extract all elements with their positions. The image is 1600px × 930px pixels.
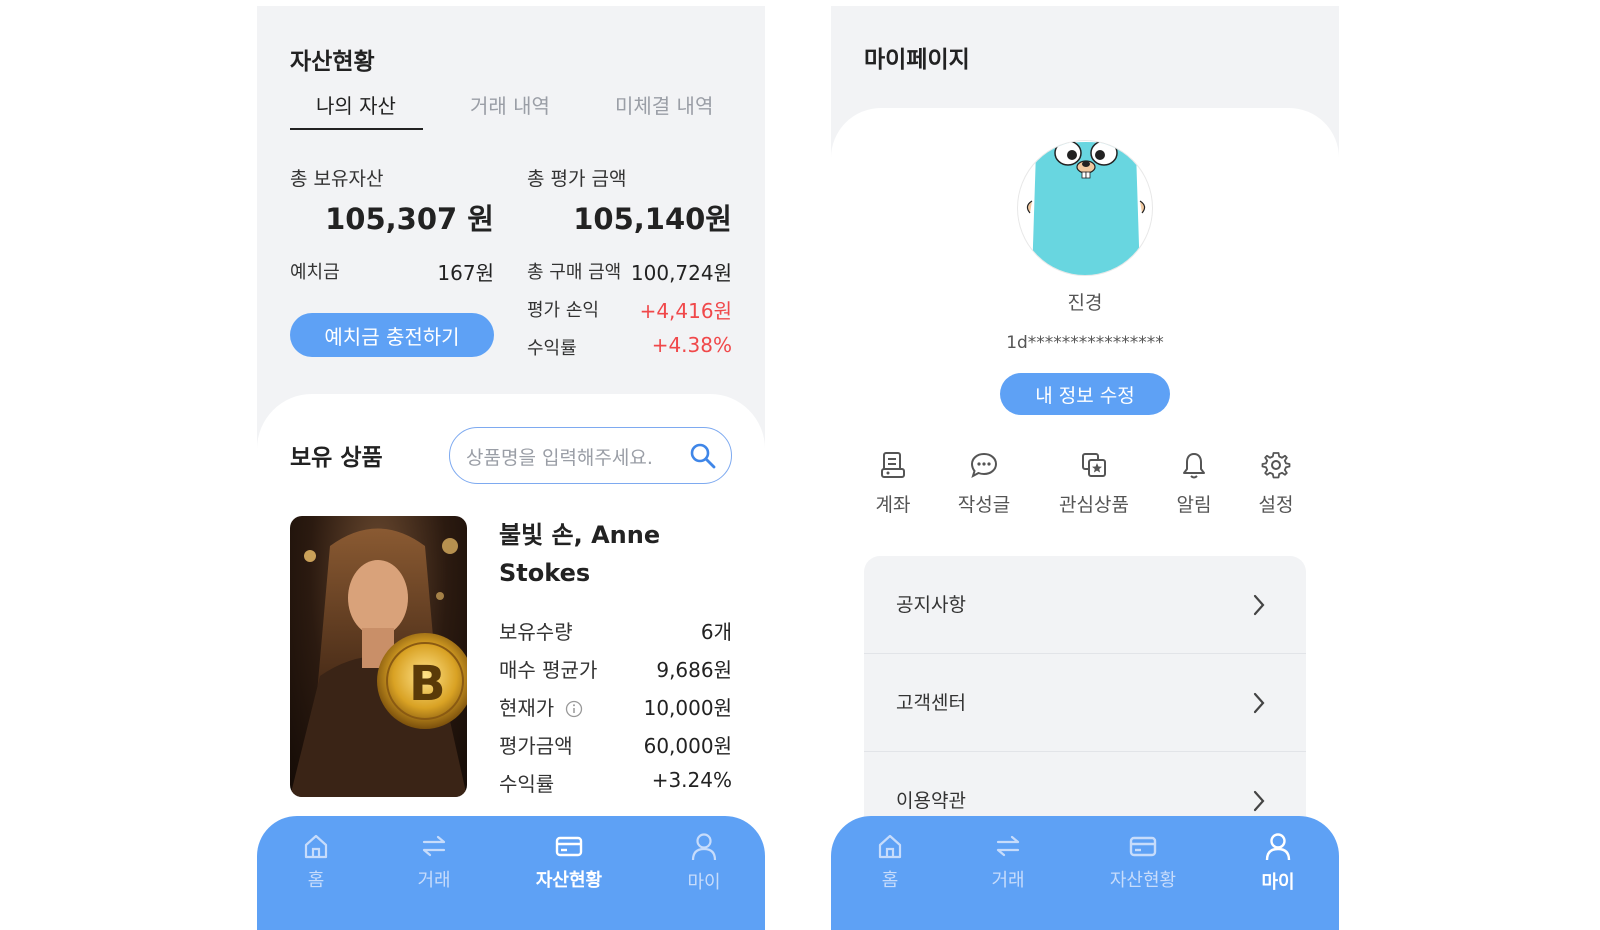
eval-pl-value: +4,416원 [639, 299, 732, 323]
chat-bubble-icon [970, 452, 998, 479]
menu-item-customer-center-label: 고객센터 [896, 692, 966, 714]
quick-notifications-label: 알림 [1176, 494, 1212, 516]
nav-assets[interactable]: 자산현황 [524, 832, 614, 892]
total-assets-value: 105,307 원 [325, 202, 494, 236]
total-eval-label: 총 평가 금액 [527, 168, 627, 190]
total-purchase-value: 100,724원 [630, 261, 732, 285]
nav-assets-label: 자산현황 [1109, 870, 1177, 891]
bottom-nav: 홈 거래 자산현황 마이 [257, 816, 765, 930]
nav-my[interactable]: 마이 [659, 832, 749, 894]
nav-home-label: 홈 [307, 870, 325, 891]
card-icon [555, 836, 583, 857]
quick-settings-label: 설정 [1258, 494, 1294, 516]
menu-item-customer-center[interactable]: 고객센터 [864, 654, 1306, 752]
search-placeholder: 상품명을 입력해주세요. [466, 447, 653, 469]
home-icon [304, 834, 328, 859]
watchlist-star-icon [1082, 453, 1106, 477]
quick-posts[interactable]: 작성글 [939, 450, 1029, 517]
search-input[interactable]: 상품명을 입력해주세요. [449, 427, 732, 484]
product-image[interactable]: B [290, 516, 467, 797]
total-assets-label: 총 보유자산 [290, 168, 384, 190]
info-icon[interactable] [565, 700, 583, 718]
eval-amount-label: 평가금액 [499, 734, 573, 758]
nav-assets[interactable]: 자산현황 [1098, 832, 1188, 892]
nav-home[interactable]: 홈 [271, 832, 361, 892]
svg-text:B: B [409, 656, 446, 712]
edit-profile-button[interactable]: 내 정보 수정 [1000, 373, 1170, 415]
gopher-avatar-icon [1026, 141, 1146, 275]
quick-settings[interactable]: 설정 [1231, 450, 1321, 517]
settings-menu: 공지사항 고객센터 이용약관 [864, 556, 1306, 856]
tab-pending-orders[interactable]: 미체결 내역 [615, 90, 713, 119]
quick-posts-label: 작성글 [957, 494, 1011, 516]
product-return-label: 수익률 [499, 772, 555, 796]
tab-my-assets[interactable]: 나의 자산 [316, 90, 396, 119]
page-title: 자산현황 [290, 49, 375, 75]
return-label: 수익률 [527, 338, 577, 359]
bell-icon [1183, 453, 1205, 479]
person-icon [691, 833, 717, 861]
card-icon [1129, 836, 1157, 857]
tab-trade-history[interactable]: 거래 내역 [470, 90, 550, 119]
active-tab-underline [290, 128, 423, 130]
swap-arrows-icon [422, 835, 446, 857]
avatar[interactable] [1017, 140, 1153, 276]
nav-home[interactable]: 홈 [845, 832, 935, 892]
search-icon[interactable] [689, 442, 717, 470]
deposit-value: 167원 [437, 261, 494, 285]
user-name: 진경 [1067, 292, 1103, 314]
menu-item-notice-label: 공지사항 [896, 594, 966, 616]
nav-my[interactable]: 마이 [1233, 832, 1323, 894]
avg-buy-price-value: 9,686원 [656, 658, 732, 682]
nav-my-label: 마이 [1261, 872, 1295, 893]
menu-item-notice[interactable]: 공지사항 [864, 556, 1306, 654]
account-icon [881, 452, 905, 478]
gear-icon [1261, 452, 1291, 479]
chevron-right-icon [1253, 790, 1265, 812]
nav-trade[interactable]: 거래 [963, 832, 1053, 892]
chevron-right-icon [1253, 692, 1265, 714]
current-price-label: 현재가 [499, 692, 583, 721]
nav-trade-label: 거래 [417, 870, 451, 891]
quick-watchlist[interactable]: 관심상품 [1049, 450, 1139, 517]
total-eval-value: 105,140원 [573, 202, 732, 236]
person-icon [1265, 833, 1291, 861]
nav-home-label: 홈 [881, 870, 899, 891]
holding-qty-label: 보유수량 [499, 620, 573, 644]
quick-watchlist-label: 관심상품 [1059, 494, 1129, 516]
menu-item-terms-label: 이용약관 [896, 790, 966, 812]
return-value: +4.38% [651, 333, 732, 357]
avg-buy-price-label: 매수 평균가 [499, 658, 598, 682]
asset-status-screen: 자산현황 나의 자산 거래 내역 미체결 내역 총 보유자산 105,307 원… [257, 6, 765, 930]
holdings-title: 보유 상품 [290, 445, 383, 471]
current-price-label-text: 현재가 [499, 696, 555, 720]
bottom-nav: 홈 거래 자산현황 마이 [831, 816, 1339, 930]
eval-pl-label: 평가 손익 [527, 300, 599, 321]
swap-arrows-icon [996, 835, 1020, 857]
product-name[interactable]: 불빛 손, Anne Stokes [499, 516, 699, 592]
charge-deposit-button[interactable]: 예치금 충전하기 [290, 313, 494, 357]
current-price-value: 10,000원 [643, 696, 732, 720]
nav-my-label: 마이 [687, 872, 721, 893]
eval-amount-value: 60,000원 [643, 734, 732, 758]
my-page-screen: 마이페이지 진경 1d**************** 내 정보 수정 계좌 작… [831, 6, 1339, 930]
home-icon [878, 834, 902, 859]
product-return-value: +3.24% [651, 768, 732, 792]
quick-account-label: 계좌 [875, 494, 911, 516]
nav-trade[interactable]: 거래 [389, 832, 479, 892]
user-id: 1d**************** [1006, 333, 1164, 353]
nav-trade-label: 거래 [991, 870, 1025, 891]
holding-qty-value: 6개 [700, 620, 732, 644]
quick-notifications[interactable]: 알림 [1149, 450, 1239, 517]
quick-account[interactable]: 계좌 [848, 450, 938, 517]
total-purchase-label: 총 구매 금액 [527, 262, 622, 283]
nav-assets-label: 자산현황 [535, 870, 603, 891]
deposit-label: 예치금 [290, 262, 340, 283]
chevron-right-icon [1253, 594, 1265, 616]
page-title: 마이페이지 [864, 47, 970, 73]
